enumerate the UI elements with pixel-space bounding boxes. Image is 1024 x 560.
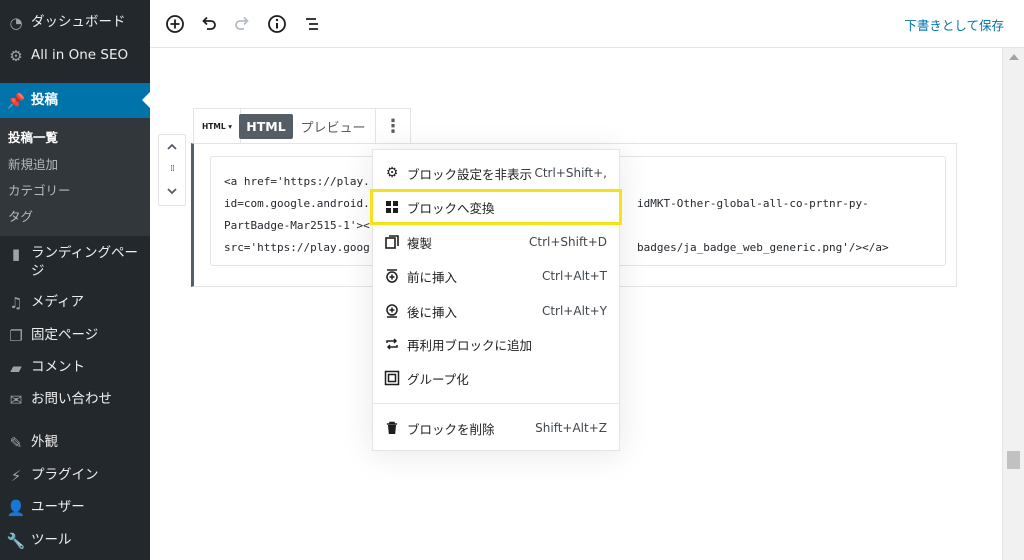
trash-icon (383, 419, 401, 437)
reusable-icon (383, 335, 401, 353)
menu-item-insert-before[interactable]: 前に挿入 Ctrl+Alt+T (373, 261, 619, 291)
pages-icon: ❐ (9, 327, 23, 345)
insert-after-icon (383, 302, 401, 320)
menu-item-shortcut: Ctrl+Alt+T (541, 269, 607, 283)
sidebar-item-label: 投稿 (31, 92, 58, 108)
scroll-thumb[interactable] (1007, 451, 1020, 469)
brush-icon: ✎ (9, 434, 23, 452)
tab-preview[interactable]: プレビュー (291, 109, 376, 143)
scroll-up-arrow-icon[interactable] (1009, 54, 1019, 60)
code-line-tail: badges/ja_badge_web_generic.png'/></a> (637, 241, 889, 254)
code-line: src='https://play.goog (224, 241, 370, 254)
insert-before-icon (383, 267, 401, 285)
save-draft-button[interactable]: 下書きとして保存 (904, 15, 1004, 34)
sidebar-item-contact[interactable]: ✉ お問い合わせ (0, 390, 150, 410)
more-options-icon[interactable]: ⋮ (376, 109, 410, 143)
sidebar-item-label: メディア (31, 294, 85, 310)
dashboard-icon: ◔ (9, 14, 23, 32)
sidebar-item-label: ダッシュボード (31, 14, 126, 30)
menu-item-label: 後に挿入 (407, 304, 458, 320)
block-toolbar: HTML ▾ HTML プレビュー ⋮ (193, 108, 411, 144)
menu-item-label: 複製 (407, 235, 433, 251)
menu-item-group[interactable]: グループ化 (373, 363, 619, 393)
wrench-icon: 🔧 (6, 532, 26, 550)
add-block-icon[interactable] (163, 12, 187, 36)
user-icon: 👤 (6, 499, 26, 517)
menu-item-shortcut: Ctrl+Shift+, (534, 166, 607, 180)
menu-item-label: 再利用ブロックに追加 (407, 337, 533, 353)
gear-icon: ⚙ (385, 165, 399, 181)
sidebar-item-pages[interactable]: ❐ 固定ページ (0, 326, 150, 346)
undo-icon[interactable] (197, 12, 221, 36)
sidebar-item-label: ツール (31, 532, 72, 548)
sidebar-item-seo[interactable]: ⚙ All in One SEO (0, 46, 150, 66)
page-icon: ▮ (11, 245, 21, 263)
sidebar-item-label: コメント (31, 359, 85, 375)
sidebar-item-media[interactable]: ♫ メディア (0, 293, 150, 313)
sidebar-item-label: ユーザー (31, 499, 85, 515)
html-tab-wrap: HTML (239, 109, 293, 143)
media-icon: ♫ (9, 294, 23, 312)
sidebar-item-label: 固定ページ (31, 327, 99, 343)
scrollbar[interactable] (1002, 48, 1024, 560)
duplicate-icon (383, 233, 401, 251)
mail-icon: ✉ (9, 391, 23, 409)
sidebar-item-label: お問い合わせ (31, 391, 112, 407)
code-line-tail: idMKT-Other-global-all-co-prtnr-py- (637, 197, 869, 210)
blocks-icon (383, 198, 401, 216)
move-up-icon[interactable] (159, 137, 185, 157)
menu-item-convert-to-blocks[interactable]: ブロックへ変換 (370, 189, 622, 225)
menu-separator (373, 403, 619, 404)
block-options-menu: ⚙ ブロック設定を非表示 Ctrl+Shift+, ブロックへ変換 複製 Ctr… (370, 149, 622, 451)
drag-handle-icon[interactable]: ⁞⁞ (159, 161, 185, 177)
info-icon[interactable] (265, 12, 289, 36)
sidebar-item-label: ランディングページ (31, 245, 139, 279)
plugin-icon: ⚡ (10, 467, 22, 485)
menu-item-label: ブロックを削除 (407, 421, 495, 437)
submenu-item-tags[interactable]: タグ (8, 206, 33, 225)
submenu-item-all-posts[interactable]: 投稿一覧 (8, 127, 58, 146)
group-icon (383, 369, 401, 387)
pin-icon: 📌 (6, 92, 26, 110)
menu-item-shortcut: Shift+Alt+Z (535, 421, 607, 435)
menu-item-remove-block[interactable]: ブロックを削除 Shift+Alt+Z (373, 413, 619, 443)
sidebar-item-comments[interactable]: ▰ コメント (0, 358, 150, 378)
sidebar-item-posts[interactable]: 📌 投稿 (0, 83, 150, 118)
editor-toolbar: 下書きとして保存 (150, 0, 1024, 48)
menu-item-shortcut: Ctrl+Alt+Y (541, 304, 607, 318)
move-down-icon[interactable] (159, 181, 185, 201)
tab-html[interactable]: HTML (239, 113, 293, 139)
menu-item-label: ブロックへ変換 (407, 200, 495, 216)
menu-item-add-reusable[interactable]: 再利用ブロックに追加 (373, 329, 619, 359)
code-line: PartBadge-Mar2515-1'>< (224, 219, 370, 232)
sidebar-item-dashboard[interactable]: ◔ ダッシュボード (0, 13, 150, 33)
submenu-item-categories[interactable]: カテゴリー (8, 180, 71, 199)
submenu-item-add-new[interactable]: 新規追加 (8, 154, 58, 173)
menu-item-label: 前に挿入 (407, 269, 458, 285)
sidebar-item-label: All in One SEO (31, 47, 129, 63)
block-type-switcher[interactable]: HTML ▾ (194, 109, 241, 143)
menu-item-label: グループ化 (407, 371, 469, 387)
menu-item-label: ブロック設定を非表示 (407, 166, 533, 182)
gear-icon: ⚙ (9, 47, 23, 65)
redo-icon[interactable] (230, 12, 254, 36)
menu-item-hide-settings[interactable]: ⚙ ブロック設定を非表示 Ctrl+Shift+, (373, 158, 619, 188)
sidebar-item-tools[interactable]: 🔧 ツール (0, 531, 150, 551)
comment-icon: ▰ (10, 359, 22, 377)
code-line: id=com.google.android. (224, 197, 370, 210)
sidebar-item-label: プラグイン (31, 467, 99, 483)
code-line: <a href='https://play. (224, 175, 370, 188)
sidebar-item-label: 外観 (31, 434, 58, 450)
menu-item-duplicate[interactable]: 複製 Ctrl+Shift+D (373, 227, 619, 257)
sidebar-item-users[interactable]: 👤 ユーザー (0, 498, 150, 518)
admin-sidebar: ◔ ダッシュボード ⚙ All in One SEO 📌 投稿 投稿一覧 新規追… (0, 0, 150, 560)
posts-submenu: 投稿一覧 新規追加 カテゴリー タグ (0, 118, 150, 236)
menu-item-shortcut: Ctrl+Shift+D (529, 235, 607, 249)
menu-item-insert-after[interactable]: 後に挿入 Ctrl+Alt+Y (373, 296, 619, 326)
sidebar-item-landing-pages[interactable]: ▮ ランディングページ (0, 244, 150, 280)
sidebar-item-plugins[interactable]: ⚡ プラグイン (0, 466, 150, 486)
outline-icon[interactable] (300, 12, 324, 36)
sidebar-item-appearance[interactable]: ✎ 外観 (0, 433, 150, 453)
block-mover: ⁞⁞ (158, 134, 186, 206)
